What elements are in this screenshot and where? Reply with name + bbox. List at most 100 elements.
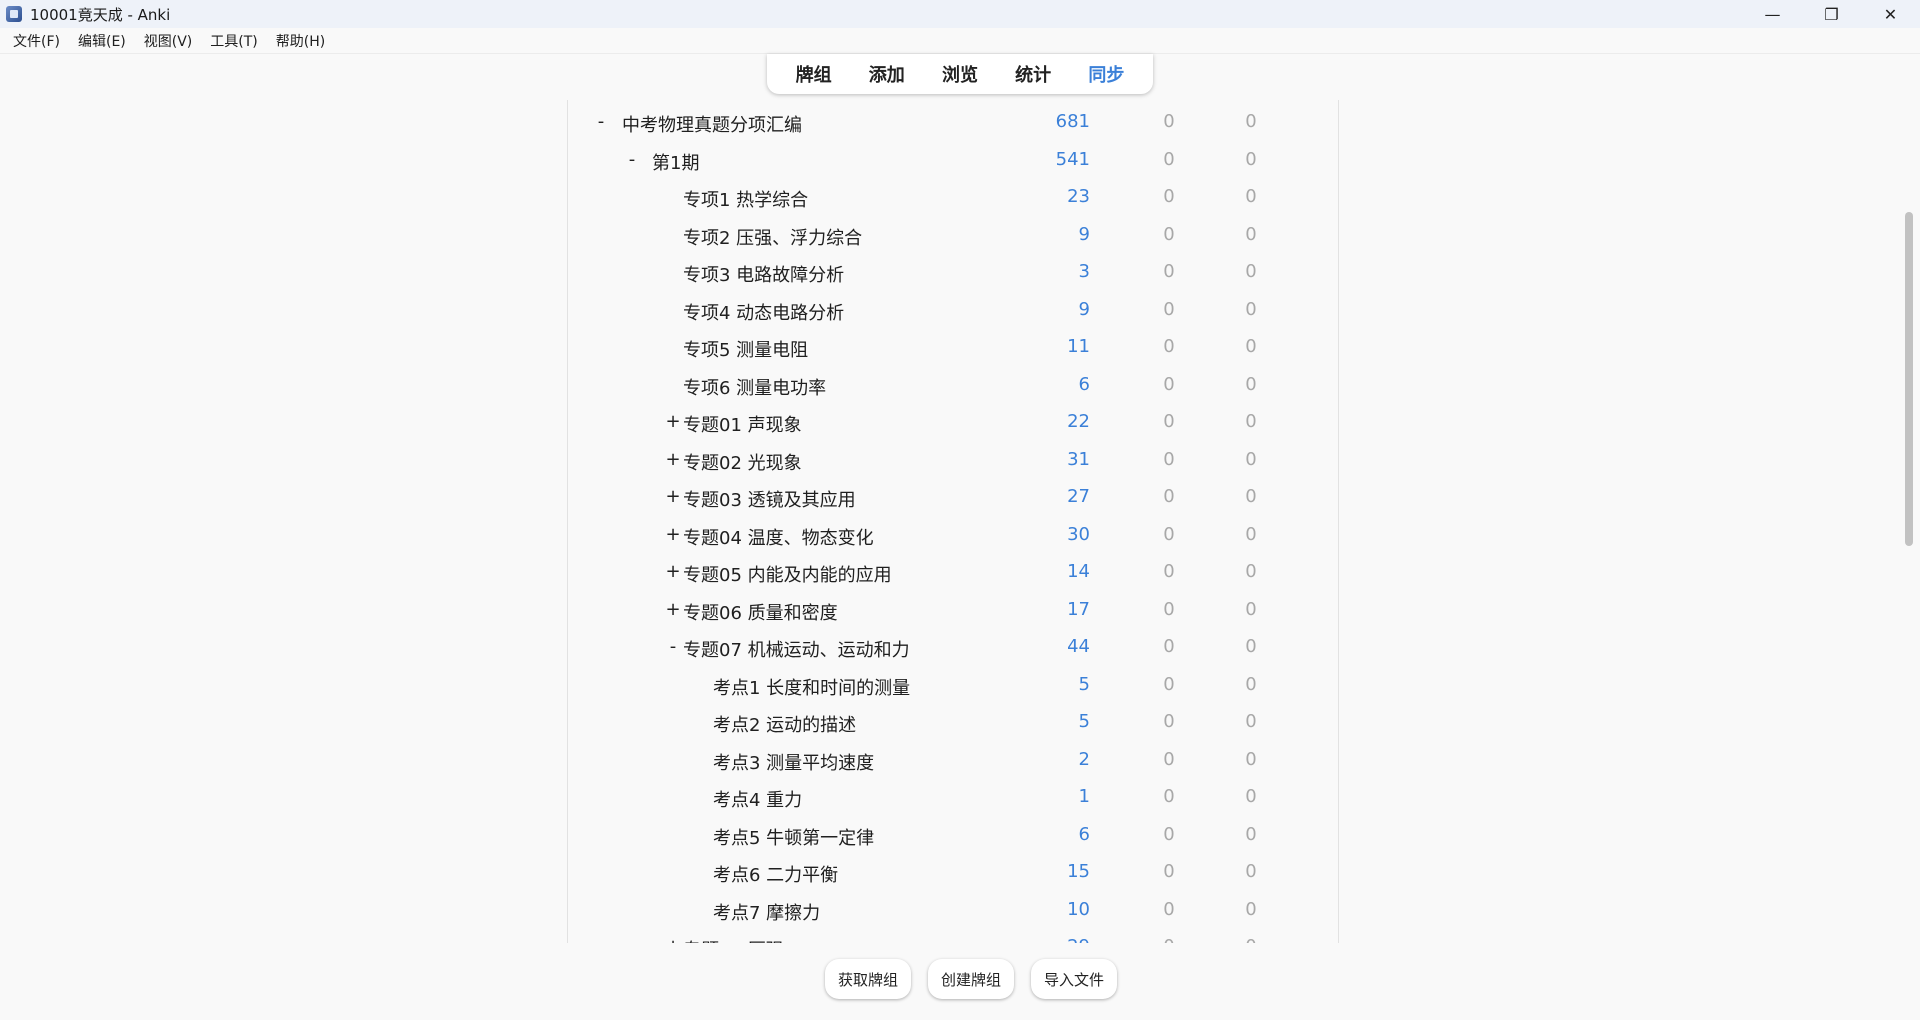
deck-name[interactable]: 专项3 电路故障分析 [683, 261, 844, 287]
deck-name[interactable]: 考点4 重力 [713, 786, 802, 812]
learn-count: 0 [1163, 711, 1175, 732]
toolbar-sync[interactable]: 同步 [1082, 61, 1130, 87]
learn-count: 0 [1163, 823, 1175, 845]
menu-file[interactable]: 文件(F) [4, 31, 69, 51]
deck-row[interactable]: 考点4 重力 1 0 0 [568, 780, 1338, 817]
deck-row[interactable]: 专项4 动态电路分析 9 0 0 [568, 293, 1338, 330]
deck-name[interactable]: 专题02 光现象 [683, 449, 802, 475]
get-shared-decks-button[interactable]: 获取牌组 [825, 959, 912, 999]
deck-row[interactable]: + 专题06 质量和密度 17 0 0 [568, 593, 1338, 630]
deck-name[interactable]: 第1期 [652, 149, 699, 175]
collapse-icon[interactable]: - [593, 111, 609, 132]
new-count: 44 [1067, 636, 1090, 657]
create-deck-button[interactable]: 创建牌组 [928, 959, 1015, 999]
learn-count: 0 [1163, 636, 1175, 657]
deck-row[interactable]: + 专题02 光现象 31 0 0 [568, 443, 1338, 480]
deck-name[interactable]: 专题07 机械运动、运动和力 [683, 636, 910, 662]
deck-row[interactable]: + 专题01 声现象 22 0 0 [568, 405, 1338, 442]
deck-name[interactable]: 专题08 压强 [683, 936, 784, 943]
review-count: 0 [1245, 111, 1257, 132]
deck-row[interactable]: - 中考物理真题分项汇编 681 0 0 [568, 105, 1338, 142]
maximize-icon[interactable]: ❐ [1802, 0, 1861, 28]
deck-name[interactable]: 考点7 摩擦力 [713, 899, 820, 925]
deck-name[interactable]: 专项6 测量电功率 [683, 374, 826, 400]
learn-count: 0 [1163, 598, 1175, 620]
deck-row[interactable]: - 专题07 机械运动、运动和力 44 0 0 [568, 630, 1338, 667]
deck-row[interactable]: + 专题03 透镜及其应用 27 0 0 [568, 480, 1338, 517]
deck-row[interactable]: 专项5 测量电阻 11 0 0 [568, 330, 1338, 367]
review-count: 0 [1245, 823, 1257, 845]
deck-row[interactable]: 专项1 热学综合 23 0 0 [568, 180, 1338, 217]
deck-row[interactable]: + 专题04 温度、物态变化 30 0 0 [568, 518, 1338, 555]
deck-name[interactable]: 专题06 质量和密度 [683, 599, 838, 625]
new-count: 29 [1048, 936, 1090, 943]
review-count: 0 [1245, 373, 1257, 395]
import-file-button[interactable]: 导入文件 [1031, 959, 1118, 999]
expand-icon[interactable]: + [665, 599, 681, 620]
deck-name[interactable]: 专项2 压强、浮力综合 [683, 224, 862, 250]
toolbar-add[interactable]: 添加 [863, 61, 911, 87]
collapse-icon[interactable]: - [665, 636, 681, 657]
new-count: 14 [1067, 561, 1090, 582]
deck-name[interactable]: 考点3 测量平均速度 [713, 749, 874, 775]
new-count: 5 [1078, 673, 1090, 695]
deck-row[interactable]: 专项3 电路故障分析 3 0 0 [568, 255, 1338, 292]
deck-name[interactable]: 专项5 测量电阻 [683, 336, 808, 362]
deck-row[interactable]: 考点1 长度和时间的测量 5 0 0 [568, 668, 1338, 705]
deck-row[interactable]: 专项6 测量电功率 6 0 0 [568, 368, 1338, 405]
deck-list: - 中考物理真题分项汇编 681 0 0- 第1期 541 0 0 专项1 热学综合 23 0 0 专项2… [567, 100, 1339, 943]
new-count: 5 [1078, 711, 1090, 732]
deck-row[interactable]: 考点2 运动的描述 5 0 0 [568, 705, 1338, 742]
deck-name[interactable]: 专题05 内能及内能的应用 [683, 561, 892, 587]
deck-row[interactable]: - 第1期 541 0 0 [568, 143, 1338, 180]
review-count: 0 [1245, 748, 1257, 770]
expand-icon[interactable]: + [665, 561, 681, 582]
menu-edit[interactable]: 编辑(E) [69, 31, 135, 51]
toolbar-decks[interactable]: 牌组 [790, 61, 838, 87]
toolbar-stats[interactable]: 统计 [1009, 61, 1057, 87]
learn-count: 0 [1163, 261, 1175, 282]
deck-name[interactable]: 考点2 运动的描述 [713, 711, 856, 737]
menu-help[interactable]: 帮助(H) [267, 31, 334, 51]
new-count: 30 [1067, 523, 1090, 545]
learn-count: 0 [1163, 898, 1175, 920]
expand-icon[interactable]: + [665, 411, 681, 432]
expand-icon[interactable]: + [665, 524, 681, 545]
learn-count: 0 [1163, 561, 1175, 582]
learn-count: 0 [1163, 448, 1175, 470]
expand-icon[interactable]: + [665, 449, 681, 470]
menu-view[interactable]: 视图(V) [135, 31, 202, 51]
toolbar-browse[interactable]: 浏览 [936, 61, 984, 87]
collapse-icon[interactable]: - [624, 149, 640, 170]
deck-row[interactable]: 考点7 摩擦力 10 0 0 [568, 893, 1338, 930]
expand-icon[interactable]: + [665, 936, 681, 943]
deck-name[interactable]: 考点6 二力平衡 [713, 861, 838, 887]
close-icon[interactable]: ✕ [1861, 0, 1920, 28]
review-count: 0 [1245, 898, 1257, 920]
learn-count: 0 [1163, 298, 1175, 320]
deck-name[interactable]: 中考物理真题分项汇编 [622, 111, 802, 137]
deck-name[interactable]: 专项4 动态电路分析 [683, 299, 844, 325]
deck-name[interactable]: 专题01 声现象 [683, 411, 802, 437]
expand-icon[interactable]: + [665, 486, 681, 507]
new-count: 2 [1078, 748, 1090, 770]
deck-name[interactable]: 专题04 温度、物态变化 [683, 524, 874, 550]
review-count: 0 [1245, 261, 1257, 282]
deck-name[interactable]: 专题03 透镜及其应用 [683, 486, 856, 512]
anki-app-icon [6, 6, 22, 22]
vertical-scrollbar[interactable] [1905, 212, 1913, 546]
deck-row[interactable]: 专项2 压强、浮力综合 9 0 0 [568, 218, 1338, 255]
deck-name[interactable]: 考点5 牛顿第一定律 [713, 824, 874, 850]
learn-count: 0 [1163, 673, 1175, 695]
deck-name[interactable]: 考点1 长度和时间的测量 [713, 674, 910, 700]
deck-row[interactable]: + 专题05 内能及内能的应用 14 0 0 [568, 555, 1338, 592]
deck-row[interactable]: 考点5 牛顿第一定律 6 0 0 [568, 818, 1338, 855]
deck-name[interactable]: 专项1 热学综合 [683, 186, 808, 212]
minimize-icon[interactable]: — [1743, 0, 1802, 28]
menu-tools[interactable]: 工具(T) [201, 31, 266, 51]
learn-count: 0 [1163, 111, 1175, 132]
deck-row[interactable]: 考点3 测量平均速度 2 0 0 [568, 743, 1338, 780]
deck-row[interactable]: 考点6 二力平衡 15 0 0 [568, 855, 1338, 892]
deck-row[interactable]: +专题08 压强 29 0 0 [568, 930, 1338, 943]
learn-count: 0 [1163, 411, 1175, 432]
